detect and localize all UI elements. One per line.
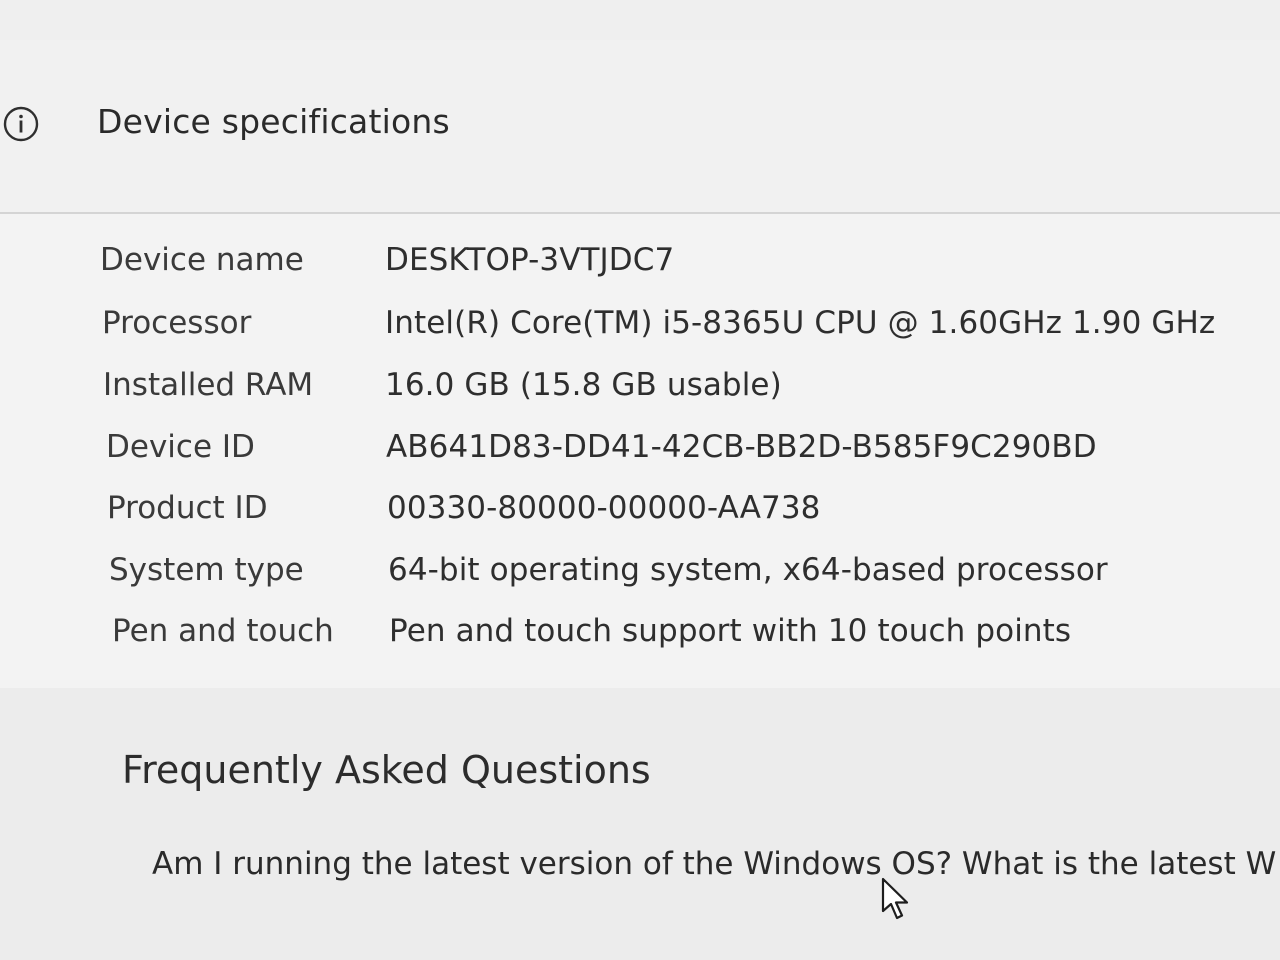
spec-label: Pen and touch xyxy=(112,613,334,649)
device-specifications-header[interactable]: Device specifications xyxy=(0,40,1280,214)
spec-label: System type xyxy=(109,552,304,588)
spec-row-installed-ram: Installed RAM 16.0 GB (15.8 GB usable) xyxy=(0,367,1280,419)
spec-value: AB641D83-DD41-42CB-BB2D-B585F9C290BD xyxy=(386,429,1097,465)
mouse-pointer-icon xyxy=(881,877,909,920)
spec-row-device-id: Device ID AB641D83-DD41-42CB-BB2D-B585F9… xyxy=(0,429,1280,481)
spec-label: Installed RAM xyxy=(103,367,314,403)
spec-value: DESKTOP-3VTJDC7 xyxy=(385,242,675,278)
spec-row-processor: Processor Intel(R) Core(TM) i5-8365U CPU… xyxy=(0,305,1280,357)
spec-label: Device name xyxy=(100,242,304,278)
spec-value: Pen and touch support with 10 touch poin… xyxy=(389,613,1072,649)
faq-title: Frequently Asked Questions xyxy=(122,748,651,792)
spec-value: 64-bit operating system, x64-based proce… xyxy=(388,552,1108,588)
spec-label: Device ID xyxy=(106,429,255,465)
settings-page: Device specifications Device name DESKTO… xyxy=(0,0,1280,960)
spec-row-product-id: Product ID 00330-80000-00000-AA738 xyxy=(0,490,1280,542)
faq-section: Frequently Asked Questions Am I running … xyxy=(0,688,1280,960)
device-specifications-card: Device specifications Device name DESKTO… xyxy=(0,40,1280,688)
previous-section-bottom xyxy=(0,0,1280,42)
spec-row-system-type: System type 64-bit operating system, x64… xyxy=(0,552,1280,604)
info-icon xyxy=(3,106,39,142)
spec-row-device-name: Device name DESKTOP-3VTJDC7 xyxy=(0,242,1280,294)
spec-label: Processor xyxy=(102,305,252,341)
spec-row-pen-and-touch: Pen and touch Pen and touch support with… xyxy=(0,613,1280,665)
spec-value: 00330-80000-00000-AA738 xyxy=(387,490,821,526)
spec-label: Product ID xyxy=(107,490,268,526)
spec-value: Intel(R) Core(TM) i5-8365U CPU @ 1.60GHz… xyxy=(385,305,1216,341)
section-title: Device specifications xyxy=(97,102,450,141)
spec-value: 16.0 GB (15.8 GB usable) xyxy=(385,367,782,403)
faq-question-link[interactable]: Am I running the latest version of the W… xyxy=(152,846,1276,882)
